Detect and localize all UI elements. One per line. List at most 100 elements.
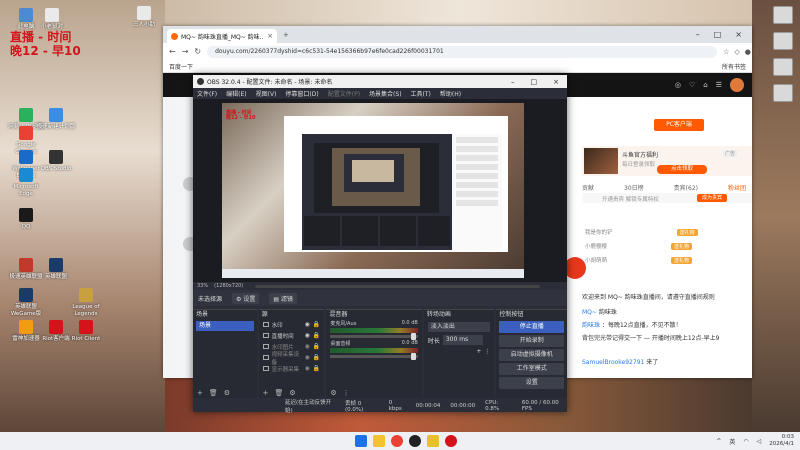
url-input[interactable]: douyu.com/2260377dyshid=c6c531-54e156366… <box>207 45 718 58</box>
header-icon[interactable]: ☰ <box>716 81 722 89</box>
desktop-icon[interactable]: QQ <box>6 208 46 231</box>
close-window-icon[interactable]: × <box>553 78 559 86</box>
list-item[interactable]: 小胡萌萌 送礼物 <box>585 256 693 264</box>
maximize-icon[interactable]: □ <box>714 30 722 39</box>
source-item[interactable]: 直播时间 ◉ 🔒 <box>259 330 325 341</box>
minimize-icon[interactable]: – <box>511 78 515 86</box>
scene-item[interactable]: 场景 <box>196 321 254 331</box>
close-tab-icon[interactable]: × <box>267 32 273 40</box>
lock-icon[interactable]: 🔒 <box>313 321 320 328</box>
trash-icon[interactable]: 🗑 <box>209 389 218 397</box>
promo-card[interactable]: 斗鱼官方福利 每日登录领取 点击领取 广告 <box>582 146 752 176</box>
tab-fans[interactable]: 粉丝团 <box>728 183 746 192</box>
eye-icon[interactable]: ◉ <box>305 332 310 339</box>
pc-client-button[interactable]: PC客户端 <box>654 119 704 131</box>
zoom-level[interactable]: 33% <box>197 283 208 289</box>
add-icon[interactable]: + <box>476 348 481 355</box>
settings-icon[interactable]: ⚙ <box>289 389 295 397</box>
chat-user[interactable]: MQ~ <box>582 309 597 316</box>
all-bookmarks[interactable]: 所有书签 <box>722 62 746 71</box>
lock-icon[interactable]: 🔒 <box>313 343 320 350</box>
menu-item[interactable]: 文件(F) <box>197 89 217 98</box>
desktop-file-icon[interactable] <box>773 32 793 50</box>
menu-item[interactable]: 视图(V) <box>256 89 277 98</box>
avatar[interactable] <box>730 78 744 92</box>
profile-icon[interactable]: ● <box>745 48 751 56</box>
menu-item[interactable]: 工具(T) <box>411 89 431 98</box>
source-item[interactable]: 水印 ◉ 🔒 <box>259 319 325 330</box>
riot-icon[interactable] <box>445 435 457 447</box>
start-icon[interactable] <box>355 435 367 447</box>
duration-input[interactable]: 300 ms <box>442 335 483 345</box>
list-item[interactable]: 小鹿樱樱 送礼物 <box>585 242 693 250</box>
desktop-icon[interactable]: 小老鼠对 <box>32 8 72 31</box>
app-icon[interactable] <box>427 435 439 447</box>
desktop-file-icon[interactable] <box>773 6 793 24</box>
eye-icon[interactable]: ◉ <box>305 354 310 361</box>
menu-item[interactable]: 编辑(E) <box>226 89 246 98</box>
virtual-camera-button[interactable]: 启动虚拟摄像机 <box>499 349 564 361</box>
desktop-file-icon[interactable] <box>773 58 793 76</box>
bookmark-baidu[interactable]: 百度一下 <box>169 62 193 71</box>
start-recording-button[interactable]: 开始录制 <box>499 335 564 347</box>
language-indicator[interactable]: 英 <box>729 437 735 446</box>
desktop-icon[interactable]: 极速新建计划版 <box>36 108 76 131</box>
desktop-icon[interactable]: Riot Client <box>66 320 106 343</box>
settings-icon[interactable]: ⚙ <box>330 389 336 397</box>
desktop-icon[interactable]: 英雄联盟WeGame版 <box>6 288 46 318</box>
promo-claim-button[interactable]: 点击领取 <box>657 165 707 174</box>
chat-user[interactable]: 韵味珠 <box>582 322 600 329</box>
reload-icon[interactable]: ↻ <box>194 47 201 56</box>
volume-icon[interactable]: ◁ <box>757 438 762 445</box>
menu-item[interactable]: 配置文件(P) <box>328 89 360 98</box>
file-explorer-icon[interactable] <box>373 435 385 447</box>
desktop-icon[interactable]: 三人小助 <box>124 6 164 29</box>
add-icon[interactable]: + <box>197 389 203 397</box>
eye-icon[interactable]: ◉ <box>305 365 310 372</box>
desktop-file-icon[interactable] <box>773 84 793 102</box>
network-icon[interactable]: ◠ <box>743 438 748 445</box>
menu-icon[interactable]: ⋮ <box>343 389 350 397</box>
preview-canvas[interactable]: 直播 - 时间 晚12 - 早10 <box>222 103 524 278</box>
header-icon[interactable]: ◎ <box>675 81 681 89</box>
stop-streaming-button[interactable]: 停止直播 <box>499 321 564 333</box>
minimize-icon[interactable]: – <box>696 30 700 39</box>
source-item[interactable]: 视频采集设备 ◉ 🔒 <box>259 352 325 366</box>
source-item[interactable]: 显示器采集 ◉ 🔒 <box>259 363 325 374</box>
chevron-up-icon[interactable]: ^ <box>716 438 721 445</box>
obs-preview[interactable]: 直播 - 时间 晚12 - 早10 <box>193 99 567 282</box>
desktop-icon[interactable]: League of Legends <box>66 288 106 318</box>
menu-item[interactable]: 帮助(H) <box>440 89 461 98</box>
close-window-icon[interactable]: × <box>735 30 742 39</box>
volume-slider[interactable] <box>330 353 418 360</box>
notification-badge[interactable] <box>564 257 586 279</box>
obs-icon[interactable] <box>409 435 421 447</box>
settings-button[interactable]: 设置 <box>499 377 564 389</box>
filters-button[interactable]: ▤ 滤镜 <box>269 292 297 304</box>
desktop-icon[interactable]: 英雄联盟 <box>36 258 76 281</box>
eye-icon[interactable]: ◉ <box>305 343 310 350</box>
studio-mode-button[interactable]: 工作室模式 <box>499 363 564 375</box>
tab-vip[interactable]: 贵宾(62) <box>674 183 698 192</box>
tab-30day[interactable]: 30日榜 <box>624 183 644 192</box>
list-item[interactable]: 我是你的铲 送礼物 <box>585 228 698 236</box>
browser-tab[interactable]: MQ~ 韵味珠直播_MQ~ 韵味... × <box>167 29 277 43</box>
add-icon[interactable]: + <box>263 389 269 397</box>
bookmark-star-icon[interactable]: ☆ <box>723 48 729 56</box>
back-icon[interactable]: ← <box>169 47 176 56</box>
menu-item[interactable]: 停靠窗口(D) <box>285 89 318 98</box>
extensions-icon[interactable]: ◇ <box>734 48 739 56</box>
chat-user[interactable]: SamuelBrooke92791 <box>582 359 644 366</box>
menu-icon[interactable]: ⋮ <box>484 348 490 355</box>
menu-item[interactable]: 场景集合(S) <box>369 89 402 98</box>
volume-slider[interactable] <box>330 333 418 340</box>
lock-icon[interactable]: 🔒 <box>313 365 320 372</box>
become-vip-button[interactable]: 成为贵宾 <box>697 194 727 202</box>
clock[interactable]: 0:03 2026/4/1 <box>769 434 794 448</box>
header-icon[interactable]: ♡ <box>689 81 695 89</box>
properties-button[interactable]: ⚙ 设置 <box>232 292 260 304</box>
settings-icon[interactable]: ⚙ <box>224 389 230 397</box>
chrome-icon[interactable] <box>391 435 403 447</box>
lock-icon[interactable]: 🔒 <box>313 354 320 361</box>
transition-select[interactable]: 淡入淡出 <box>427 322 491 332</box>
